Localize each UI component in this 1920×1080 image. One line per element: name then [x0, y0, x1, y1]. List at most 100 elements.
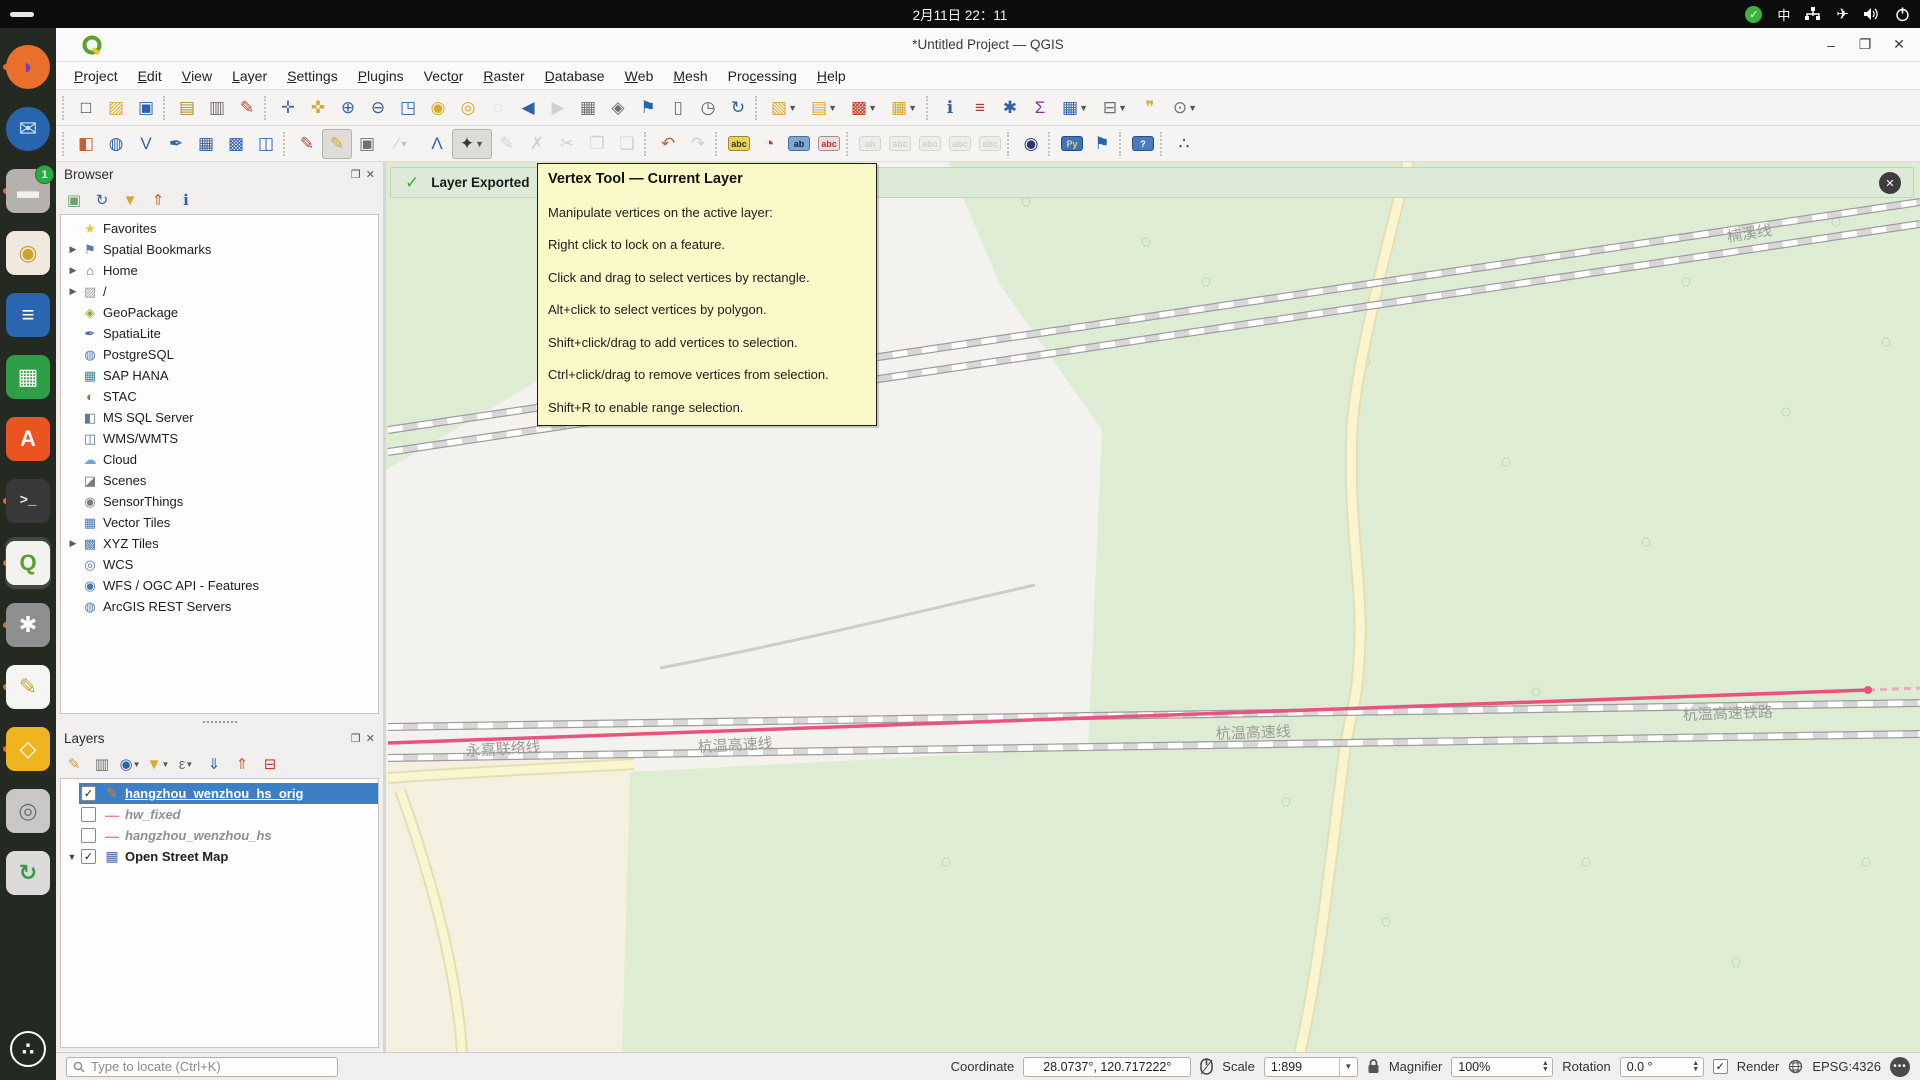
- add-group-button[interactable]: ▥: [90, 752, 114, 776]
- browser-item-postgresql[interactable]: ◍PostgreSQL: [61, 344, 378, 365]
- new-spatial-bookmark-button[interactable]: ⚑: [633, 93, 663, 123]
- menu-view[interactable]: View: [172, 62, 222, 89]
- osm-place-search-button[interactable]: ⚑: [1087, 129, 1117, 159]
- menu-settings[interactable]: Settings: [277, 62, 348, 89]
- menu-raster[interactable]: Raster: [473, 62, 534, 89]
- browser-item-xyz-tiles[interactable]: ▶▩XYZ Tiles: [61, 533, 378, 554]
- layer-row-hangzhou-wenzhou-hs-orig[interactable]: ✓✎hangzhou_wenzhou_hs_orig: [61, 783, 378, 804]
- rotation-spinbox[interactable]: 0.0 ° ▲▼: [1620, 1057, 1704, 1077]
- show-spatial-bookmarks-button[interactable]: ▯: [663, 93, 693, 123]
- status-check-icon[interactable]: ✓: [1745, 6, 1762, 23]
- dropdown-arrow-icon[interactable]: ▼: [828, 103, 837, 113]
- dock-item-thunderbird[interactable]: ✉: [0, 98, 56, 160]
- new-virtual-layer-button[interactable]: ▦: [191, 129, 221, 159]
- close-button[interactable]: ✕: [1888, 34, 1910, 56]
- expand-arrow-icon[interactable]: ▶: [65, 244, 81, 255]
- mouse-position-icon[interactable]: [1200, 1058, 1213, 1075]
- menu-vector[interactable]: Vector: [414, 62, 474, 89]
- statistics-abacus-button[interactable]: ≡: [965, 93, 995, 123]
- browser-item-stac[interactable]: ◐STAC: [61, 386, 378, 407]
- browser-item-favorites[interactable]: ★Favorites: [61, 218, 378, 239]
- browser-item-vector-tiles[interactable]: ▦Vector Tiles: [61, 512, 378, 533]
- expand-arrow-icon[interactable]: ▼: [65, 852, 79, 862]
- menu-help[interactable]: Help: [807, 62, 856, 89]
- pan-to-selection-button[interactable]: ✜: [303, 93, 333, 123]
- locator-search-input[interactable]: Type to locate (Ctrl+K): [66, 1057, 338, 1077]
- dock-item-settings[interactable]: ✱: [0, 594, 56, 656]
- browser-item-scenes[interactable]: ◪Scenes: [61, 470, 378, 491]
- metasearch-button[interactable]: ◉: [1016, 129, 1046, 159]
- vertex-tool-button[interactable]: ✦▼: [452, 129, 492, 159]
- temporal-controller-button[interactable]: ◷: [693, 93, 723, 123]
- browser-item-geopackage[interactable]: ◈GeoPackage: [61, 302, 378, 323]
- add-selected-layers-button[interactable]: ▣: [62, 188, 86, 212]
- close-panel-button[interactable]: ✕: [366, 168, 375, 181]
- scale-combobox[interactable]: 1:899 ▼: [1264, 1057, 1358, 1077]
- select-features-by-value-button[interactable]: ▤▼: [804, 93, 844, 123]
- dropdown-arrow-icon[interactable]: ▼: [908, 103, 917, 113]
- crs-indicator[interactable]: EPSG:4326: [1812, 1059, 1881, 1074]
- browser-item-wcs[interactable]: ◎WCS: [61, 554, 378, 575]
- undo-button[interactable]: ↶: [653, 129, 683, 159]
- new-mesh-layer-button[interactable]: ▩: [221, 129, 251, 159]
- filter-browser-button[interactable]: ▼: [118, 188, 142, 212]
- notification-close-button[interactable]: ✕: [1879, 172, 1901, 194]
- open-layer-styling-button[interactable]: ✎: [62, 752, 86, 776]
- pan-map-button[interactable]: ✛: [273, 93, 303, 123]
- vertex-editor-panel-button[interactable]: ∴: [1169, 129, 1199, 159]
- system-clock[interactable]: 2月11日 22：11: [0, 4, 1920, 24]
- highlight-pinned-labels-button[interactable]: abc: [814, 129, 844, 159]
- menu-database[interactable]: Database: [535, 62, 615, 89]
- style-manager-button[interactable]: ✎: [232, 93, 262, 123]
- minimize-button[interactable]: –: [1820, 34, 1842, 56]
- filter-by-expression-button[interactable]: ε▼: [174, 752, 198, 776]
- new-map-view-button[interactable]: ▦: [573, 93, 603, 123]
- zoom-out-button[interactable]: ⊖: [363, 93, 393, 123]
- menu-mesh[interactable]: Mesh: [663, 62, 717, 89]
- new-print-layout-button[interactable]: ▤: [172, 93, 202, 123]
- toggle-editing-button[interactable]: ✎: [322, 129, 352, 159]
- current-edits-button[interactable]: ✎: [292, 129, 322, 159]
- spin-arrows[interactable]: ▲▼: [1538, 1061, 1552, 1073]
- menu-processing[interactable]: Processing: [718, 62, 807, 89]
- python-console-button[interactable]: Py: [1057, 129, 1087, 159]
- dock-item-ubuntu-software[interactable]: A: [0, 408, 56, 470]
- pin-labels-button[interactable]: ab: [784, 129, 814, 159]
- panel-splitter[interactable]: [56, 718, 383, 726]
- menu-plugins[interactable]: Plugins: [348, 62, 414, 89]
- layer-diagram-options-button[interactable]: ◔: [754, 129, 784, 159]
- dock-item-terminal[interactable]: >_: [0, 470, 56, 532]
- dock-item-qgis[interactable]: Q: [0, 532, 56, 594]
- dropdown-arrow-icon[interactable]: ▼: [1118, 103, 1127, 113]
- open-attribute-table-button[interactable]: ▦▼: [1055, 93, 1095, 123]
- browser-item-spatial-bookmarks[interactable]: ▶⚑Spatial Bookmarks: [61, 239, 378, 260]
- layer-row-hw-fixed[interactable]: —hw_fixed: [61, 804, 378, 825]
- select-features-by-area-button[interactable]: ▧▼: [764, 93, 804, 123]
- browser-item-spatialite[interactable]: ✒SpatiaLite: [61, 323, 378, 344]
- zoom-full-extent-button[interactable]: ◳: [393, 93, 423, 123]
- manage-map-themes-button[interactable]: ◉▼: [118, 752, 142, 776]
- dock-item-disks[interactable]: ◎: [0, 780, 56, 842]
- new-gpx-layer-button[interactable]: ◫: [251, 129, 281, 159]
- new-geopackage-layer-button[interactable]: ◍: [101, 129, 131, 159]
- identify-features-button[interactable]: ℹ: [935, 93, 965, 123]
- float-panel-button[interactable]: ❐: [351, 168, 361, 181]
- new-project-button[interactable]: □: [71, 93, 101, 123]
- dropdown-arrow-icon[interactable]: ▼: [185, 760, 193, 769]
- layer-checkbox[interactable]: [81, 807, 96, 822]
- messages-log-icon[interactable]: •••: [1890, 1057, 1910, 1077]
- browser-item--[interactable]: ▶▨/: [61, 281, 378, 302]
- close-panel-button[interactable]: ✕: [366, 732, 375, 745]
- layer-checkbox[interactable]: ✓: [81, 849, 96, 864]
- dropdown-arrow-icon[interactable]: ▼: [161, 760, 169, 769]
- render-checkbox[interactable]: ✓: [1713, 1059, 1728, 1074]
- measure-line-button[interactable]: ⊟▼: [1095, 93, 1135, 123]
- browser-item-home[interactable]: ▶⌂Home: [61, 260, 378, 281]
- new-spatialite-layer-button[interactable]: ✒: [161, 129, 191, 159]
- dropdown-arrow-icon[interactable]: ▼: [399, 139, 408, 149]
- airplane-mode-icon[interactable]: ✈: [1836, 5, 1849, 23]
- zoom-to-selection-button[interactable]: ◉: [423, 93, 453, 123]
- crs-globe-icon[interactable]: [1788, 1059, 1803, 1074]
- expand-arrow-icon[interactable]: ▶: [65, 538, 81, 549]
- zoom-last-button[interactable]: ◀: [513, 93, 543, 123]
